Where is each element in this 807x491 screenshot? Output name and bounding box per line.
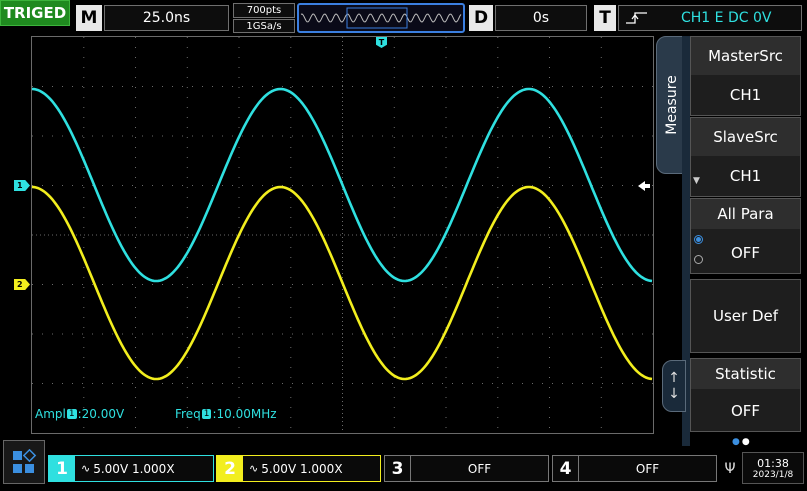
trigger-label: T [594, 5, 616, 31]
ch2-offset-marker[interactable]: 2 [14, 279, 30, 290]
waveform-graticule[interactable]: Ampl 1 :20.00V Freq 1 :10.00MHz [31, 36, 654, 434]
apps-grid-icon [13, 449, 37, 473]
frequency-measurement: Freq 1 :10.00MHz [175, 407, 277, 421]
measure-tab-label: Measure [664, 75, 680, 135]
delay-button[interactable]: 0s [495, 5, 587, 31]
all-para-value: OFF [730, 244, 761, 262]
rising-edge-icon [626, 12, 647, 24]
radio-off-icon [694, 255, 703, 264]
user-def-button[interactable]: User Def [690, 279, 801, 353]
timebase-button[interactable]: 25.0ns [104, 5, 229, 31]
frequency-value: :10.00MHz [212, 407, 277, 421]
usb-icon: Ψ [724, 461, 736, 477]
menu-scroll-arrows[interactable]: ↑ ↓ [662, 360, 686, 412]
ch2-waveform [32, 185, 653, 381]
user-def-title: User Def [712, 307, 779, 325]
sample-rate: 1GSa/s [233, 19, 295, 33]
home-menu-button[interactable] [3, 440, 45, 484]
graticule-svg [32, 37, 653, 433]
oscilloscope-screen: TRIGED M 25.0ns 700pts 1GSa/s D 0s T CH1… [0, 0, 807, 491]
all-para-title: All Para [691, 199, 800, 229]
trigger-setting-button[interactable]: CH1 E DC 0V [618, 5, 802, 31]
trigger-setting-text: CH1 E DC 0V [681, 10, 772, 26]
memory-overview[interactable] [297, 3, 465, 33]
trigger-level-icon [638, 181, 650, 191]
ch1-status-button[interactable]: 1 ∿ 5.00V 1.000X [48, 455, 214, 482]
ch4-number: 4 [553, 456, 579, 481]
radio-on-icon [694, 235, 703, 244]
ch4-status: OFF [635, 461, 660, 476]
ch3-status-button[interactable]: 3 OFF [384, 455, 549, 482]
scroll-up-icon[interactable]: ↑ [668, 370, 680, 386]
ch1-number: 1 [49, 456, 75, 481]
ac-coupling-icon-2: ∿ [249, 462, 259, 475]
slave-source-title: SlaveSrc [691, 118, 800, 156]
slave-source-value: CH1 [729, 167, 762, 185]
master-source-button[interactable]: MasterSrc CH1 [690, 36, 801, 116]
all-para-button[interactable]: All Para OFF [690, 198, 801, 274]
amplitude-measurement: Ampl 1 :20.00V [35, 407, 124, 421]
memory-depth: 700pts [233, 3, 295, 18]
clock-date: 2023/1/8 [752, 469, 794, 480]
master-source-value: CH1 [729, 86, 762, 104]
scroll-down-icon[interactable]: ↓ [668, 386, 680, 402]
frequency-channel-badge: 1 [201, 409, 212, 419]
delay-label: D [469, 5, 493, 31]
clock-display: 01:38 2023/1/8 [742, 452, 804, 484]
memory-waveform-icon [300, 7, 462, 29]
statistic-button[interactable]: Statistic OFF [690, 358, 801, 432]
ch1-scale: 5.00V 1.000X [93, 461, 175, 476]
ac-coupling-icon: ∿ [81, 462, 91, 475]
ch2-scale: 5.00V 1.000X [261, 461, 343, 476]
slave-source-dropdown-icon: ▼ [693, 176, 700, 186]
clock-time: 01:38 [757, 456, 789, 470]
menu-page-indicator: ●● [732, 437, 752, 447]
trigger-status-badge: TRIGED [0, 0, 70, 26]
frequency-label: Freq [175, 407, 201, 421]
master-source-title: MasterSrc [691, 37, 800, 75]
amplitude-value: :20.00V [77, 407, 125, 421]
ch4-status-button[interactable]: 4 OFF [552, 455, 717, 482]
horizontal-label: M [76, 5, 102, 31]
statistic-value: OFF [730, 402, 761, 420]
ch1-offset-marker[interactable]: 1 [14, 180, 30, 191]
amplitude-channel-badge: 1 [66, 409, 77, 419]
ch3-status: OFF [467, 461, 492, 476]
amplitude-label: Ampl [35, 407, 66, 421]
ch3-number: 3 [385, 456, 411, 481]
ch2-number: 2 [217, 456, 243, 481]
slave-source-button[interactable]: SlaveSrc CH1 ▼ [690, 117, 801, 197]
ch2-status-button[interactable]: 2 ∿ 5.00V 1.000X [216, 455, 381, 482]
statistic-title: Statistic [691, 359, 800, 389]
